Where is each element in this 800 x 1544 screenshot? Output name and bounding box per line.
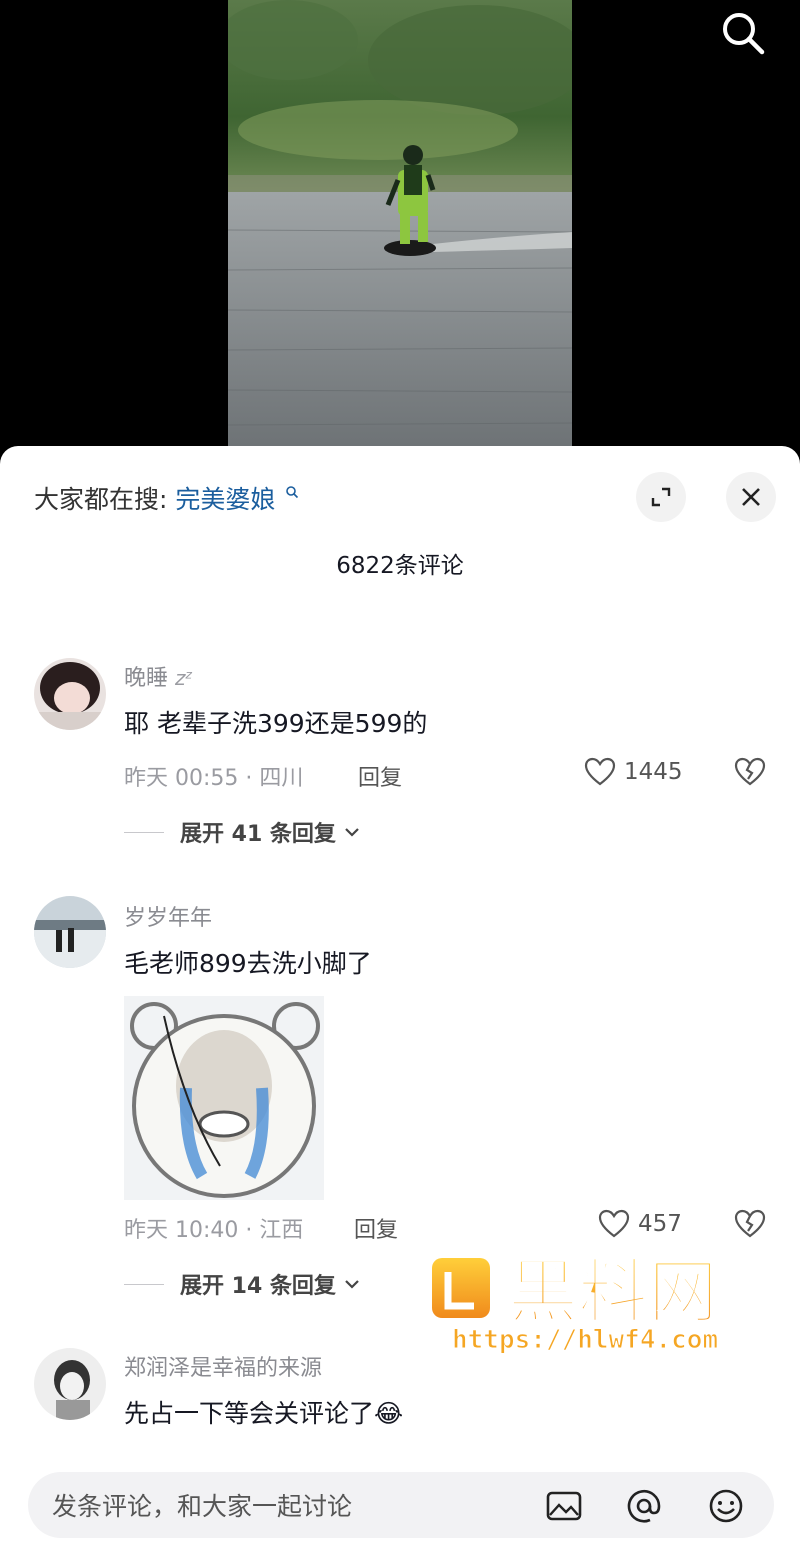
crying-meme-sticker — [124, 996, 324, 1200]
reply-button[interactable]: 回复 — [354, 1212, 398, 1244]
chevron-down-icon — [345, 828, 359, 837]
dislike-button[interactable] — [734, 1209, 766, 1243]
expand-replies-label: 展开 41 条回复 — [180, 822, 336, 847]
divider-line — [124, 831, 164, 833]
comment-count: 6822条评论 — [336, 553, 464, 579]
comment-input-bar — [28, 1472, 774, 1540]
broken-heart-icon — [734, 1209, 766, 1238]
expand-icon — [651, 487, 671, 507]
comment-time-location: 昨天 00:55 · 四川 — [124, 766, 304, 791]
image-button[interactable] — [544, 1486, 584, 1526]
hot-search-bar: 大家都在搜: 完美婆娘 — [34, 480, 299, 516]
username-badge: zᶻ — [175, 666, 193, 690]
like-button[interactable]: 457 — [598, 1209, 682, 1239]
comment-username[interactable]: 郑润泽是幸福的来源 — [124, 1350, 322, 1382]
avatar-image — [34, 1348, 106, 1420]
close-icon — [742, 488, 760, 506]
comment-text: 毛老师899去洗小脚了 — [124, 949, 372, 978]
comment-sticker[interactable] — [124, 996, 324, 1200]
expand-replies-label: 展开 14 条回复 — [180, 1274, 336, 1299]
heart-icon — [598, 1209, 630, 1238]
comment-username[interactable]: 岁岁年年 — [124, 900, 212, 932]
like-count: 1445 — [624, 759, 683, 785]
at-icon — [627, 1489, 661, 1523]
dislike-button[interactable] — [734, 757, 766, 791]
comment-time-location: 昨天 10:40 · 江西 — [124, 1218, 304, 1243]
watermark-logo: 黑料网 https://hlwf4.com — [432, 1250, 719, 1356]
expand-replies-button[interactable]: 展开 14 条回复 — [124, 1268, 362, 1300]
avatar[interactable] — [34, 896, 106, 968]
video-thumbnail — [228, 0, 572, 446]
divider-line — [124, 1283, 164, 1285]
like-count: 457 — [638, 1211, 682, 1237]
watermark-title: 黑料网 — [508, 1251, 718, 1333]
broken-heart-icon — [734, 757, 766, 786]
comment-text: 先占一下等会关评论了😂 — [124, 1399, 404, 1428]
mention-button[interactable] — [624, 1486, 664, 1526]
expand-button[interactable] — [636, 472, 686, 522]
avatar[interactable] — [34, 658, 106, 730]
close-button[interactable] — [726, 472, 776, 522]
comment-username[interactable]: 晚睡 zᶻ — [124, 660, 193, 692]
heart-icon — [584, 757, 616, 786]
chevron-down-icon — [345, 1280, 359, 1289]
comment-input[interactable] — [50, 1472, 514, 1540]
comment-text: 耶 老辈子洗399还是599的 — [124, 709, 428, 738]
avatar-image — [34, 896, 106, 968]
smiley-icon — [709, 1489, 743, 1523]
search-icon — [723, 13, 765, 55]
avatar-image — [34, 658, 106, 730]
emoji-button[interactable] — [706, 1486, 746, 1526]
comment-item: 晚睡 zᶻ 耶 老辈子洗399还是599的 昨天 00:55 · 四川 回复 1… — [0, 656, 800, 886]
search-small-icon — [286, 485, 299, 498]
watermark-url: https://hlwf4.com — [452, 1325, 718, 1354]
search-button[interactable] — [718, 8, 768, 58]
video-player[interactable] — [0, 0, 800, 470]
hot-search-link[interactable]: 完美婆娘 — [175, 485, 275, 514]
laughing-emoji: 😂 — [374, 1399, 404, 1428]
comment-item: 郑润泽是幸福的来源 先占一下等会关评论了😂 — [0, 1346, 800, 1466]
like-button[interactable]: 1445 — [584, 757, 683, 787]
avatar[interactable] — [34, 1348, 106, 1420]
video-frame[interactable] — [228, 0, 572, 446]
hot-search-prefix: 大家都在搜: — [34, 485, 168, 514]
expand-replies-button[interactable]: 展开 41 条回复 — [124, 816, 362, 848]
image-icon — [546, 1491, 582, 1521]
watermark: 黑料网 https://hlwf4.com — [428, 1242, 768, 1356]
comment-item: 岁岁年年 毛老师899去洗小脚了 昨天 10:40 · 江西 回复 457 展开… — [0, 896, 800, 1299]
reply-button[interactable]: 回复 — [358, 760, 402, 792]
comment-panel: 大家都在搜: 完美婆娘 6822条评论 晚睡 zᶻ 耶 老辈子洗399还是599… — [0, 446, 800, 1544]
